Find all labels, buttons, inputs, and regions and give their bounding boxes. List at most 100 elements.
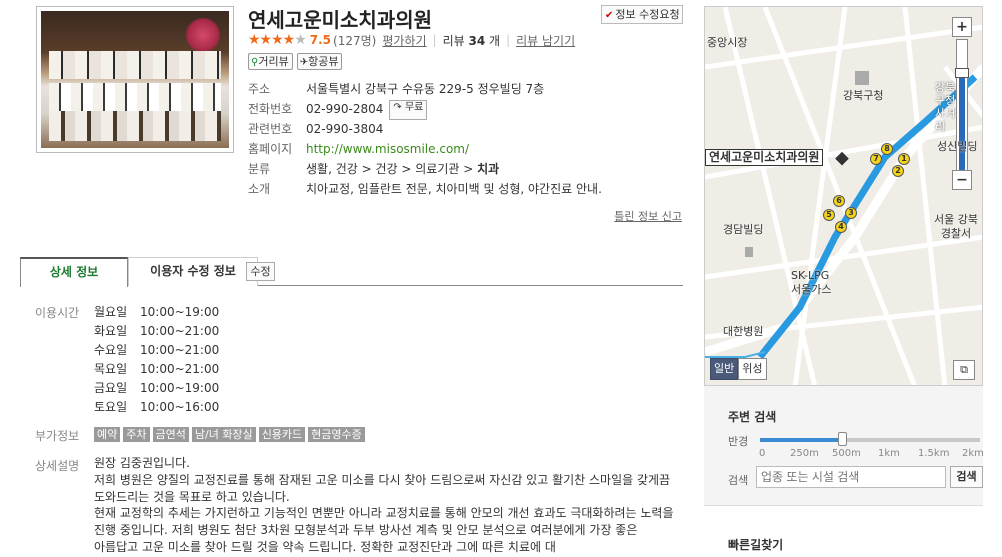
hours-list: 월요일 10:00~19:00 화요일 10:00~21:00 수요일 10:00~21:… bbox=[94, 303, 219, 417]
description: 원장 김중권입니다. 저희 병원은 양질의 교정진료를 통해 잠재된 고운 미소… bbox=[94, 455, 676, 556]
nearby-search-button[interactable]: 검색 bbox=[950, 466, 983, 488]
radius-label: 반경 bbox=[728, 435, 749, 448]
info-table: 주소 서울특별시 강북구 수유동 229-5 정우빌딩 7층 전화번호 02-990… bbox=[248, 80, 602, 200]
check-icon: ✔ bbox=[605, 10, 614, 21]
facility-tag: 주차 bbox=[123, 427, 150, 442]
facility-tag: 예약 bbox=[94, 427, 121, 442]
hours-time: 10:00~19:00 bbox=[140, 305, 220, 319]
hours-day: 월요일 bbox=[94, 305, 128, 319]
route-number-marker[interactable]: 1 bbox=[898, 153, 910, 165]
hours-label: 이용시간 bbox=[35, 306, 80, 320]
map-view[interactable]: + − − 중앙시장 강북구청 강북구청 사거리 성신빌딩 경담빌딩 서울 강북… bbox=[704, 6, 983, 386]
hours-time: 10:00~21:00 bbox=[140, 324, 220, 338]
edit-request-button[interactable]: ✔ 정보 수정요청 bbox=[601, 5, 683, 24]
divider: | bbox=[506, 33, 511, 47]
homepage-key: 홈페이지 bbox=[248, 142, 293, 156]
tab-bar: 상세 정보 이용자 수정 정보 bbox=[20, 257, 683, 287]
hours-time: 10:00~16:00 bbox=[140, 400, 220, 414]
tick-1.5km: 1.5km bbox=[918, 448, 950, 459]
intro-key: 소개 bbox=[248, 182, 271, 196]
nearby-search-input[interactable] bbox=[756, 466, 946, 488]
route-number-marker[interactable]: 7 bbox=[870, 153, 882, 165]
map-label-sklpg: SK-LPG 서울가스 bbox=[791, 269, 832, 296]
radius-thumb[interactable] bbox=[838, 432, 847, 446]
homepage-link[interactable]: http://www.misosmile.com/ bbox=[306, 140, 469, 160]
airview-icon: ✈ bbox=[299, 57, 309, 68]
hours-row: 금요일 10:00~19:00 bbox=[94, 379, 219, 398]
divider: | bbox=[432, 33, 437, 47]
tick-2km: 2km bbox=[962, 448, 984, 459]
hours-day: 토요일 bbox=[94, 400, 128, 414]
map-mode-satellite[interactable]: 위성 bbox=[738, 358, 767, 380]
nearby-search: 주변 검색 반경 0 250m 500m 1km 1.5km 2km 검색 검색 bbox=[704, 386, 984, 506]
pin-icon[interactable]: ⬥ bbox=[835, 145, 849, 169]
hours-time: 10:00~21:00 bbox=[140, 362, 220, 376]
staff-row-back bbox=[49, 51, 221, 79]
facility-tag: 신용카드 bbox=[258, 427, 306, 442]
hours-time: 10:00~19:00 bbox=[140, 381, 220, 395]
write-review-link[interactable]: 리뷰 남기기 bbox=[516, 32, 575, 49]
route-number-marker[interactable]: 5 bbox=[823, 209, 835, 221]
tab-detail[interactable]: 상세 정보 bbox=[20, 257, 128, 287]
place-photo[interactable] bbox=[36, 6, 234, 153]
phone-key: 전화번호 bbox=[248, 102, 293, 116]
airview-button[interactable]: ✈항공뷰 bbox=[296, 53, 343, 70]
phone-value: 02-990-2804 bbox=[306, 102, 384, 116]
facility-tag: 현금영수증 bbox=[308, 427, 365, 442]
desc-label: 상세설명 bbox=[35, 459, 80, 473]
quick-route-title: 빠른길찾기 bbox=[728, 538, 784, 552]
route-number-marker[interactable]: 6 bbox=[833, 195, 845, 207]
edit-button[interactable]: 수정 bbox=[246, 262, 275, 281]
hours-row: 월요일 10:00~19:00 bbox=[94, 303, 219, 322]
hours-day: 목요일 bbox=[94, 362, 128, 376]
hours-row: 토요일 10:00~16:00 bbox=[94, 398, 219, 417]
tab-user-edit[interactable]: 이용자 수정 정보 bbox=[128, 257, 258, 286]
desc-line-1: 원장 김중권입니다. bbox=[94, 456, 190, 470]
map-label-daehan: 대한병원 bbox=[723, 325, 764, 338]
intro-value: 치아교정, 임플란트 전문, 치아미백 및 성형, 야간진료 안내. bbox=[306, 182, 602, 196]
route-number-marker[interactable]: 3 bbox=[845, 207, 857, 219]
hours-time: 10:00~21:00 bbox=[140, 343, 220, 357]
place-marker-label[interactable]: 연세고운미소치과의원 bbox=[705, 149, 824, 166]
radius-fill bbox=[760, 438, 845, 442]
zoom-out-mini[interactable]: − bbox=[958, 65, 968, 79]
map-label-jungang: 중앙시장 bbox=[707, 36, 748, 49]
radius-slider[interactable] bbox=[760, 438, 980, 442]
address-value: 서울특별시 강북구 수유동 229-5 정우빌딩 7층 bbox=[306, 82, 545, 96]
map-label-gangbukgu: 강북구청 bbox=[843, 89, 884, 102]
rate-link[interactable]: 평가하기 bbox=[382, 32, 426, 49]
free-call-button[interactable]: ↷ 무료 bbox=[389, 100, 428, 120]
hours-day: 화요일 bbox=[94, 324, 128, 338]
place-title: 연세고운미소치과의원 bbox=[248, 8, 432, 32]
rating-count: (127명) bbox=[333, 33, 377, 48]
flower-decoration bbox=[185, 17, 221, 53]
map-label-gyeongdam: 경담빌딩 bbox=[723, 223, 764, 236]
hours-row: 화요일 10:00~21:00 bbox=[94, 322, 219, 341]
extra-label: 부가정보 bbox=[35, 429, 80, 443]
tick-250m: 250m bbox=[790, 448, 819, 459]
map-label-intersection: 강북구청 사거리 bbox=[935, 81, 956, 133]
streetview-button[interactable]: ⚲거리뷰 bbox=[248, 53, 293, 70]
related-key: 관련번호 bbox=[248, 122, 293, 136]
map-label-sungshin: 성신빌딩 bbox=[937, 140, 978, 153]
route-number-marker[interactable]: 2 bbox=[892, 165, 904, 177]
zoom-in-button[interactable]: + bbox=[952, 17, 972, 37]
rating-score: 7.5 bbox=[309, 33, 332, 47]
report-link[interactable]: 틀린 정보 신고 bbox=[614, 208, 682, 224]
map-label-police: 서울 강북경찰서 bbox=[934, 213, 978, 240]
tick-1km: 1km bbox=[878, 448, 900, 459]
category-value: 생활, 건강 > 건강 > 의료기관 > 치과 bbox=[306, 162, 500, 176]
address-key: 주소 bbox=[248, 82, 271, 96]
desc-line-2: 저희 병원은 양질의 교정진료를 통해 잠재된 고운 미소를 다시 찾아 드림으… bbox=[94, 472, 671, 504]
staff-row-front bbox=[49, 111, 221, 141]
desc-line-3: 현재 교정학의 추세는 가지런하고 기능적인 면뿐만 아니라 교정치료를 통해 … bbox=[94, 506, 674, 554]
route-number-marker[interactable]: 8 bbox=[881, 143, 893, 155]
tick-500m: 500m bbox=[832, 448, 861, 459]
zoom-out-button[interactable]: − bbox=[952, 170, 972, 190]
fullscreen-icon[interactable]: ⧉ bbox=[953, 360, 975, 380]
facility-tag: 남/녀 화장실 bbox=[191, 427, 256, 442]
hours-row: 목요일 10:00~21:00 bbox=[94, 360, 219, 379]
hours-row: 수요일 10:00~21:00 bbox=[94, 341, 219, 360]
route-number-marker[interactable]: 4 bbox=[835, 221, 847, 233]
map-mode-normal[interactable]: 일반 bbox=[710, 358, 739, 380]
